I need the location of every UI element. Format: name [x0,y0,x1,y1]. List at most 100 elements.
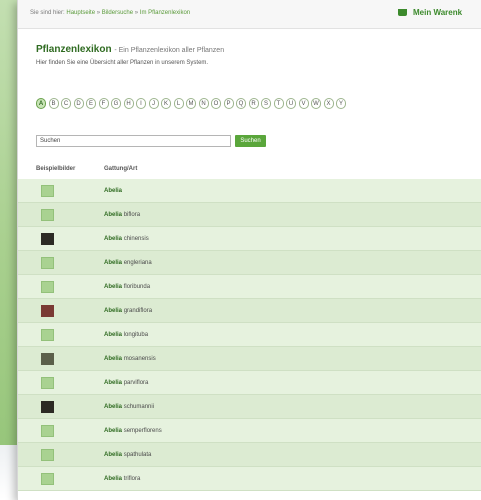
table-row[interactable]: Abelia schumannii [18,395,481,419]
plant-name-link[interactable]: Abelia mosanensis [104,356,156,362]
table-header: Beispielbilder Gattung/Art [18,158,481,180]
letter-filter-o[interactable]: O [211,98,221,109]
placeholder-image[interactable] [41,281,54,293]
letter-filter-w[interactable]: W [311,98,321,109]
cart-label: Mein Warenk [413,8,463,17]
letter-filter-i[interactable]: I [136,98,146,109]
species-name: grandiflora [123,308,153,314]
placeholder-image[interactable] [41,329,54,341]
page-intro: Hier finden Sie eine Übersicht aller Pfl… [36,60,209,66]
placeholder-image[interactable] [41,185,54,197]
plant-name-link[interactable]: Abelia engleriana [104,260,152,266]
table-row[interactable]: Abelia [18,179,481,203]
plant-name-link[interactable]: Abelia triflora [104,476,140,482]
search-input[interactable]: Suchen [36,135,231,147]
letter-filter-a[interactable]: A [36,98,46,109]
placeholder-image[interactable] [41,449,54,461]
plant-name-link[interactable]: Abelia floribunda [104,284,150,290]
column-header-genus-species: Gattung/Art [104,166,138,172]
letter-filter-g[interactable]: G [111,98,121,109]
letter-filter-c[interactable]: C [61,98,71,109]
plant-name-link[interactable]: Abelia parviflora [104,380,148,386]
genus-name: Abelia [104,428,123,434]
table-row[interactable]: Abelia mosanensis [18,347,481,371]
species-name: spathulata [123,452,152,458]
species-name: engleriana [123,260,152,266]
species-name: longituba [123,332,149,338]
species-name: parviflora [123,380,149,386]
plant-photo[interactable] [41,233,54,245]
table-row[interactable]: Abelia engleriana [18,251,481,275]
plant-name-link[interactable]: Abelia longituba [104,332,148,338]
genus-name: Abelia [104,476,123,482]
plant-name-link[interactable]: Abelia [104,188,122,194]
plant-name-link[interactable]: Abelia grandiflora [104,308,152,314]
alphabet-filter: ABCDEFGHIJKLMNOPQRSTUVWXY [36,92,349,109]
table-row[interactable]: Abelia chinensis [18,227,481,251]
page-title-text: Pflanzenlexikon [36,44,112,55]
genus-name: Abelia [104,356,123,362]
plant-name-link[interactable]: Abelia biflora [104,212,140,218]
letter-filter-n[interactable]: N [198,98,209,109]
letter-filter-r[interactable]: R [248,98,259,109]
genus-name: Abelia [104,380,123,386]
species-name: triflora [123,476,141,482]
plant-name-link[interactable]: Abelia chinensis [104,236,149,242]
page-subtitle: - Ein Pflanzenlexikon aller Pflanzen [114,47,225,54]
species-name: chinensis [123,236,149,242]
placeholder-image[interactable] [41,377,54,389]
column-header-images: Beispielbilder [36,166,76,172]
breadcrumb-link-hauptseite[interactable]: Hauptseite [66,10,95,16]
letter-filter-m[interactable]: M [186,98,196,109]
placeholder-image[interactable] [41,257,54,269]
placeholder-image[interactable] [41,473,54,485]
genus-name: Abelia [104,188,123,194]
plant-name-link[interactable]: Abelia schumannii [104,404,154,410]
letter-filter-q[interactable]: Q [236,98,246,109]
table-row[interactable]: Abelia triflora [18,467,481,491]
table-row[interactable]: Abelia biflora [18,203,481,227]
cart-icon [398,9,407,17]
plant-photo[interactable] [41,305,54,317]
cart-link[interactable]: Mein Warenk [398,8,462,17]
letter-filter-p[interactable]: P [223,98,234,109]
genus-name: Abelia [104,212,123,218]
page-title: Pflanzenlexikon - Ein Pflanzenlexikon al… [36,44,224,55]
genus-name: Abelia [104,452,123,458]
plant-name-link[interactable]: Abelia semperflorens [104,428,162,434]
letter-filter-t[interactable]: T [273,98,284,109]
letter-filter-y[interactable]: Y [336,98,346,109]
letter-filter-b[interactable]: B [48,98,59,109]
page-panel: Sie sind hier: Hauptseite » Bildersuche … [17,0,481,500]
table-row[interactable]: Abelia parviflora [18,371,481,395]
breadcrumb-prefix: Sie sind hier: [30,10,65,16]
letter-filter-s[interactable]: S [261,98,271,109]
table-row[interactable]: Abelia spathulata [18,443,481,467]
species-name: mosanensis [123,356,156,362]
table-row[interactable]: Abelia grandiflora [18,299,481,323]
table-row[interactable]: Abelia floribunda [18,275,481,299]
plant-table: Abelia Abelia biflora Abelia chinensis Abel… [18,179,481,491]
letter-filter-k[interactable]: K [161,98,171,109]
breadcrumb-link-bildersuche[interactable]: Bildersuche [102,10,133,16]
letter-filter-d[interactable]: D [73,98,84,109]
breadcrumb-link-pflanzenlexikon[interactable]: Im Pflanzenlexikon [140,10,190,16]
table-row[interactable]: Abelia semperflorens [18,419,481,443]
letter-filter-e[interactable]: E [86,98,96,109]
plant-photo[interactable] [41,401,54,413]
letter-filter-f[interactable]: F [98,98,109,109]
table-row[interactable]: Abelia longituba [18,323,481,347]
letter-filter-u[interactable]: U [286,98,296,109]
letter-filter-h[interactable]: H [123,98,134,109]
breadcrumb-separator: » [134,10,139,16]
letter-filter-x[interactable]: X [323,98,334,109]
plant-name-link[interactable]: Abelia spathulata [104,452,151,458]
placeholder-image[interactable] [41,425,54,437]
plant-photo[interactable] [41,353,54,365]
genus-name: Abelia [104,404,123,410]
letter-filter-v[interactable]: V [298,98,309,109]
search-button[interactable]: Suchen [235,135,266,147]
letter-filter-l[interactable]: L [173,98,184,109]
letter-filter-j[interactable]: J [148,98,159,109]
placeholder-image[interactable] [41,209,54,221]
